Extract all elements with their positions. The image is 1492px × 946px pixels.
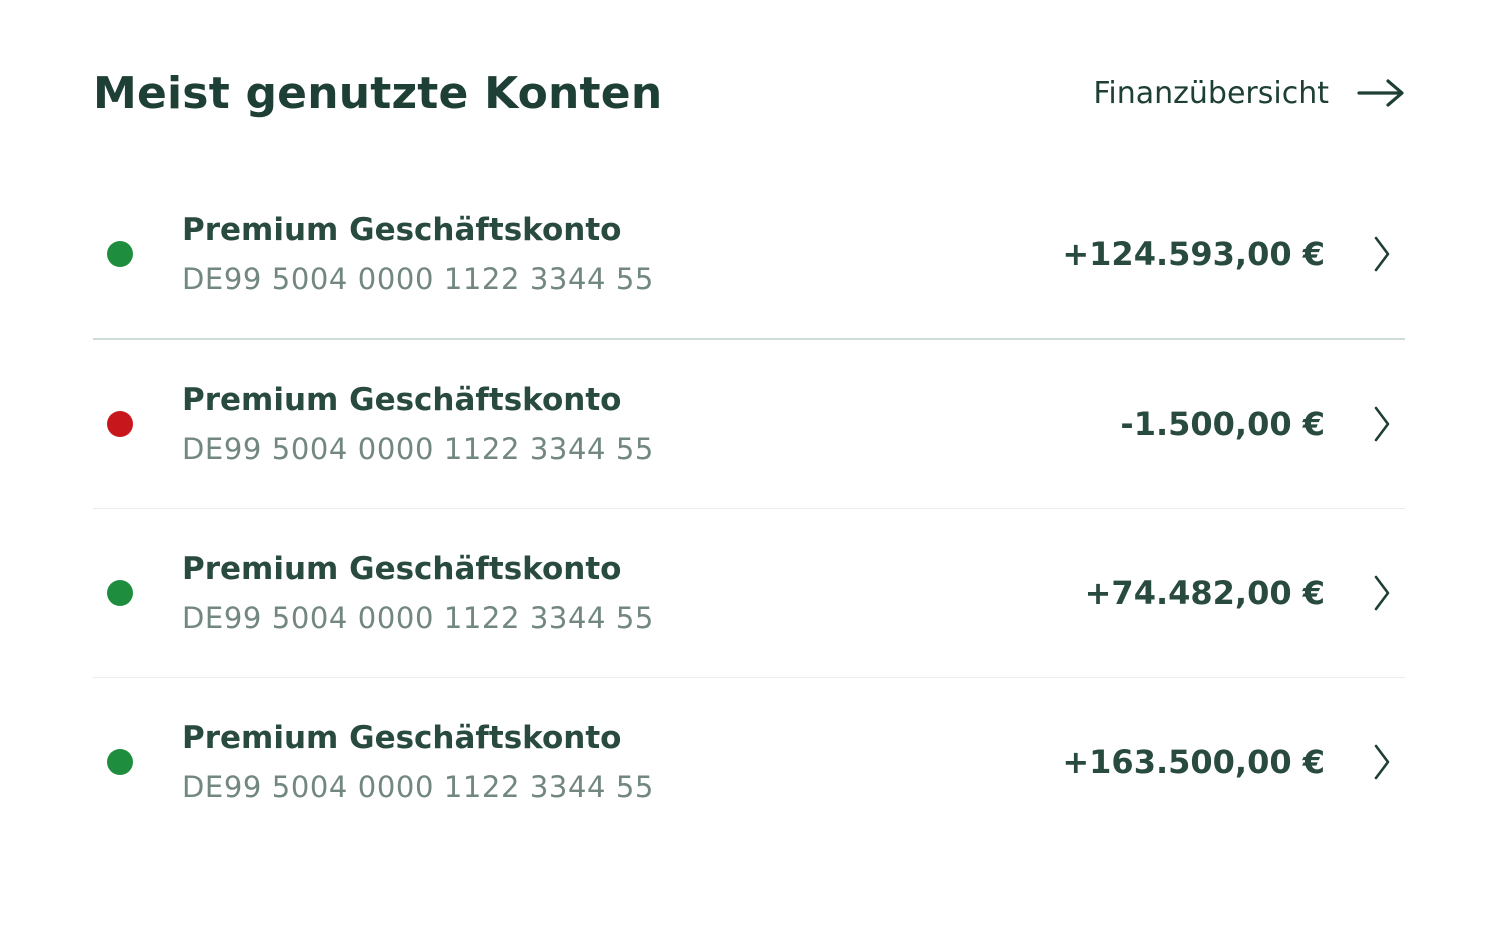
account-row[interactable]: Premium Geschäftskonto DE99 5004 0000 11… <box>93 677 1405 846</box>
account-info: Premium Geschäftskonto DE99 5004 0000 11… <box>182 551 654 635</box>
account-name: Premium Geschäftskonto <box>182 382 622 418</box>
arrow-right-icon <box>1357 78 1405 108</box>
status-indicator-positive <box>107 749 133 775</box>
status-indicator-positive <box>107 241 133 267</box>
account-balance: -1.500,00 € <box>1120 405 1325 443</box>
account-iban: DE99 5004 0000 1122 3344 55 <box>182 770 654 804</box>
account-name: Premium Geschäftskonto <box>182 212 622 248</box>
panel-header: Meist genutzte Konten Finanzübersicht <box>93 58 1405 128</box>
account-balance: +74.482,00 € <box>1084 574 1325 612</box>
account-row[interactable]: Premium Geschäftskonto DE99 5004 0000 11… <box>93 170 1405 340</box>
account-balance: +124.593,00 € <box>1062 235 1325 273</box>
status-indicator-positive <box>107 580 133 606</box>
account-name: Premium Geschäftskonto <box>182 551 622 587</box>
account-info: Premium Geschäftskonto DE99 5004 0000 11… <box>182 720 654 804</box>
account-iban: DE99 5004 0000 1122 3344 55 <box>182 262 654 296</box>
account-row[interactable]: Premium Geschäftskonto DE99 5004 0000 11… <box>93 340 1405 508</box>
account-list: Premium Geschäftskonto DE99 5004 0000 11… <box>93 170 1405 846</box>
financial-overview-label: Finanzübersicht <box>1093 75 1329 111</box>
account-iban: DE99 5004 0000 1122 3344 55 <box>182 432 654 466</box>
account-name: Premium Geschäftskonto <box>182 720 622 756</box>
account-balance: +163.500,00 € <box>1062 743 1325 781</box>
account-info: Premium Geschäftskonto DE99 5004 0000 11… <box>182 382 654 466</box>
chevron-right-icon <box>1373 235 1391 273</box>
panel-title: Meist genutzte Konten <box>93 67 663 119</box>
most-used-accounts-panel: Meist genutzte Konten Finanzübersicht Pr… <box>0 0 1492 946</box>
account-iban: DE99 5004 0000 1122 3344 55 <box>182 601 654 635</box>
account-info: Premium Geschäftskonto DE99 5004 0000 11… <box>182 212 654 296</box>
financial-overview-link[interactable]: Finanzübersicht <box>1093 76 1405 111</box>
chevron-right-icon <box>1373 574 1391 612</box>
status-indicator-negative <box>107 411 133 437</box>
chevron-right-icon <box>1373 405 1391 443</box>
account-row[interactable]: Premium Geschäftskonto DE99 5004 0000 11… <box>93 508 1405 677</box>
chevron-right-icon <box>1373 743 1391 781</box>
